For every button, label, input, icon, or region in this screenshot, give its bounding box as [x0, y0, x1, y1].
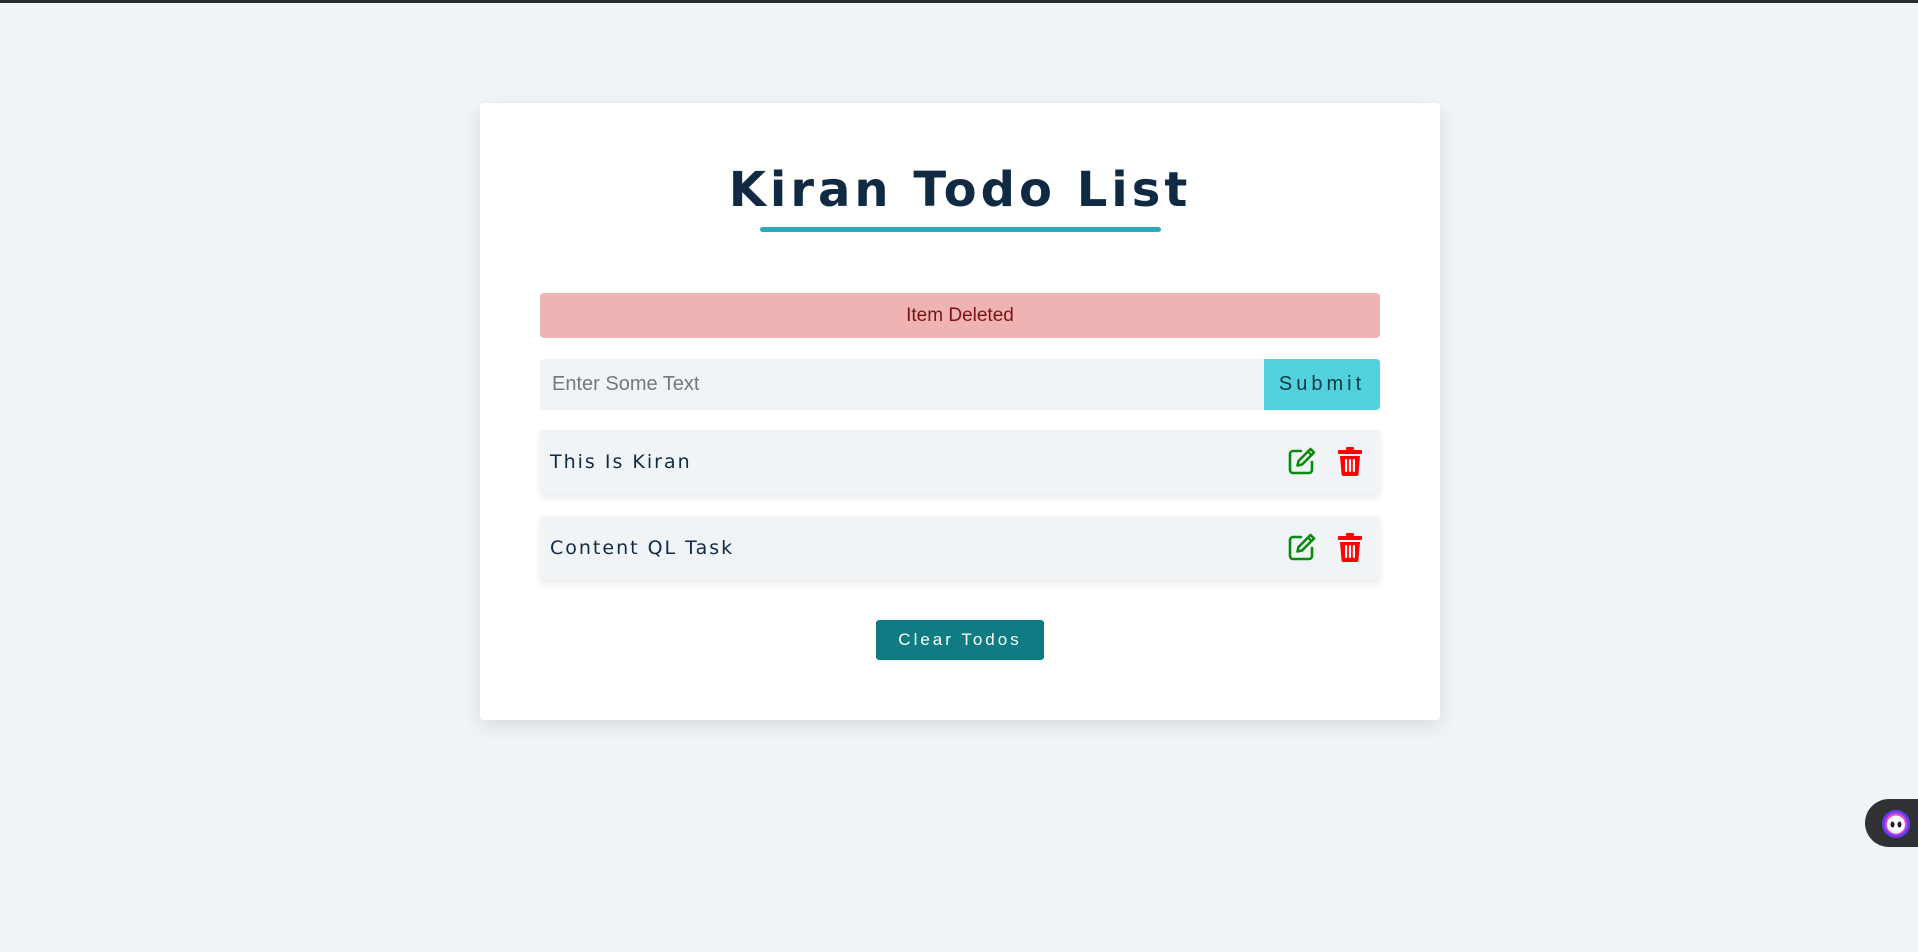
- chat-assistant-icon: [1882, 810, 1910, 838]
- title-wrap: Kiran Todo List: [480, 155, 1440, 225]
- submit-button[interactable]: Submit: [1264, 359, 1380, 410]
- todo-item: Content QL Task: [540, 516, 1380, 580]
- todo-card: Kiran Todo List Item Deleted Submit This…: [480, 103, 1440, 720]
- todo-text: This Is Kiran: [550, 451, 692, 473]
- edit-button[interactable]: [1287, 530, 1319, 564]
- add-todo-form: Submit: [540, 359, 1380, 410]
- delete-button[interactable]: [1337, 530, 1369, 564]
- edit-icon: [1288, 447, 1316, 475]
- title-underline: [760, 227, 1161, 232]
- browser-top-border: [0, 0, 1918, 3]
- edit-icon: [1288, 533, 1316, 561]
- edit-button[interactable]: [1287, 444, 1319, 478]
- alert-banner: Item Deleted: [540, 293, 1380, 338]
- page-title: Kiran Todo List: [728, 162, 1192, 218]
- trash-icon: [1338, 533, 1362, 562]
- trash-icon: [1338, 447, 1362, 476]
- chat-assistant-widget[interactable]: [1865, 799, 1918, 847]
- todo-text: Content QL Task: [550, 537, 735, 559]
- todo-input[interactable]: [540, 359, 1264, 410]
- delete-button[interactable]: [1337, 444, 1369, 478]
- todo-item: This Is Kiran: [540, 430, 1380, 494]
- clear-todos-button[interactable]: Clear Todos: [876, 620, 1044, 660]
